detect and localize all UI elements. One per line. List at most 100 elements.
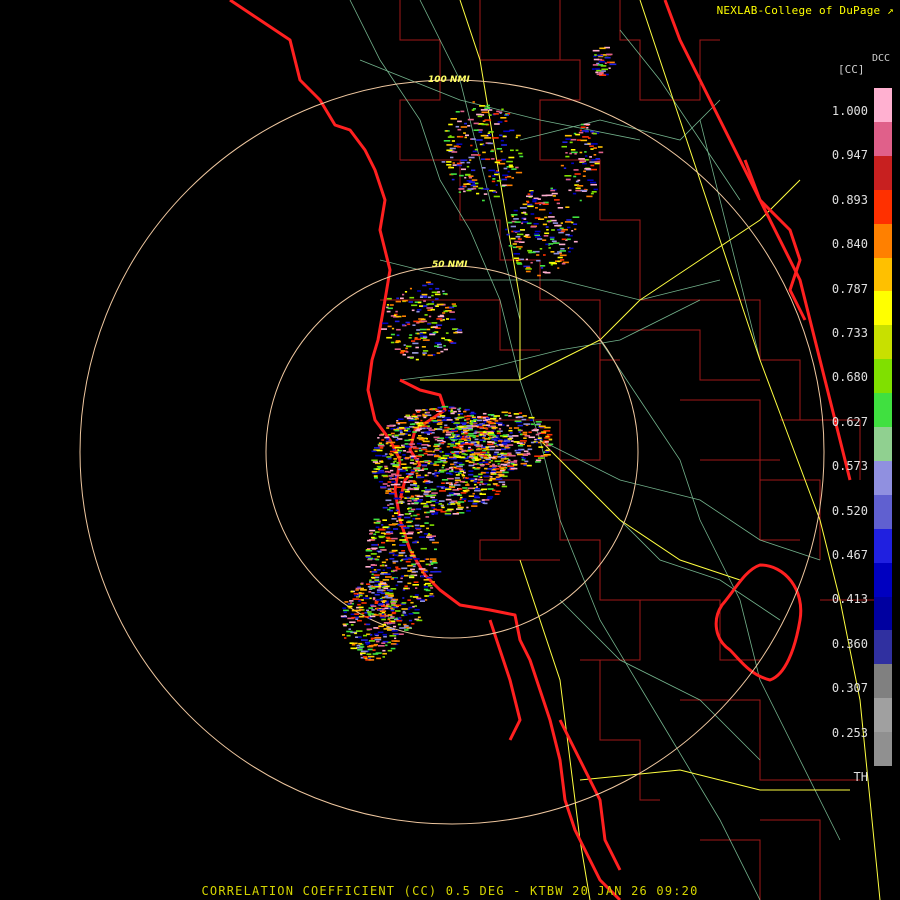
echo-pixel — [453, 471, 461, 473]
echo-pixel — [421, 293, 428, 296]
echo-pixel — [427, 433, 430, 435]
echo-pixel — [490, 470, 497, 472]
echo-pixel — [399, 544, 406, 546]
echo-pixel — [499, 134, 503, 137]
echo-pixel — [373, 574, 380, 576]
echo-pixel — [510, 149, 514, 152]
echo-pixel — [374, 633, 379, 636]
echo-pixel — [455, 443, 461, 445]
echo-pixel — [508, 429, 513, 432]
echo-pixel — [420, 575, 425, 578]
echo-pixel — [513, 253, 520, 255]
echo-pixel — [420, 547, 427, 550]
echo-pixel — [517, 429, 522, 431]
echo-pixel — [495, 478, 503, 480]
echo-pixel — [546, 449, 550, 452]
echo-pixel — [590, 192, 594, 195]
echo-pixel — [508, 412, 511, 414]
echo-pixel — [544, 216, 548, 219]
echo-pixel — [407, 434, 411, 436]
echo-pixel — [400, 459, 404, 461]
echo-pixel — [429, 593, 434, 595]
echo-pixel — [595, 158, 601, 160]
echo-pixel — [382, 649, 386, 652]
echo-pixel — [529, 419, 533, 421]
echo-pixel — [351, 616, 356, 619]
echo-pixel — [397, 515, 402, 518]
echo-pixel — [396, 620, 402, 622]
echo-pixel — [565, 152, 568, 154]
echo-pixel — [470, 443, 474, 446]
echo-pixel — [414, 450, 418, 453]
echo-pixel — [457, 444, 464, 447]
echo-pixel — [445, 130, 448, 132]
echo-pixel — [480, 489, 484, 491]
echo-pixel — [528, 416, 535, 419]
echo-pixel — [348, 628, 351, 630]
echo-pixel — [370, 605, 377, 607]
echo-pixel — [415, 429, 421, 432]
echo-pixel — [462, 489, 467, 492]
echo-pixel — [484, 467, 488, 470]
echo-pixel — [494, 161, 501, 164]
echo-pixel — [412, 565, 416, 568]
echo-pixel — [483, 193, 488, 195]
echo-pixel — [414, 421, 419, 424]
echo-pixel — [587, 179, 594, 181]
echo-pixel — [446, 318, 450, 320]
echo-pixel — [592, 132, 597, 135]
echo-pixel — [450, 156, 454, 159]
echo-pixel — [441, 337, 445, 340]
echo-pixel — [368, 607, 374, 609]
echo-pixel — [397, 468, 403, 471]
echo-pixel — [424, 487, 427, 489]
echo-pixel — [382, 322, 389, 325]
echo-pixel — [442, 293, 448, 295]
echo-pixel — [358, 636, 362, 639]
echo-pixel — [369, 634, 373, 636]
echo-pixel — [573, 175, 577, 178]
echo-pixel — [407, 531, 414, 534]
echo-pixel — [538, 432, 541, 434]
echo-pixel — [382, 483, 388, 485]
echo-pixel — [579, 151, 583, 154]
echo-pixel — [455, 418, 460, 421]
echo-pixel — [369, 579, 372, 582]
echo-pixel — [360, 652, 366, 655]
echo-pixel — [343, 624, 347, 627]
echo-pixel — [423, 452, 428, 455]
echo-pixel — [346, 630, 353, 633]
echo-pixel — [464, 500, 466, 502]
echo-pixel — [525, 234, 530, 236]
echo-pixel — [394, 446, 402, 449]
echo-pixel — [420, 525, 425, 527]
echo-pixel — [436, 318, 443, 320]
echo-pixel — [473, 419, 478, 421]
echo-pixel — [459, 463, 465, 466]
echo-pixel — [501, 411, 508, 414]
echo-pixel — [466, 418, 471, 420]
echo-pixel — [530, 213, 535, 215]
echo-pixel — [435, 501, 440, 504]
echo-pixel — [487, 488, 494, 490]
echo-pixel — [490, 460, 493, 462]
echo-pixel — [429, 574, 433, 576]
echo-pixel — [396, 520, 399, 522]
echo-pixel — [512, 464, 518, 466]
echo-pixel — [492, 178, 496, 180]
echo-pixel — [526, 195, 533, 198]
echo-pixel — [413, 499, 418, 502]
echo-pixel — [436, 303, 444, 306]
echo-pixel — [430, 563, 434, 565]
echo-pixel — [430, 562, 438, 564]
echo-pixel — [472, 183, 475, 185]
echo-pixel — [451, 178, 455, 181]
echo-pixel — [349, 602, 353, 604]
echo-pixel — [434, 438, 438, 441]
echo-pixel — [448, 123, 453, 126]
echo-pixel — [433, 464, 440, 466]
echo-pixel — [506, 457, 509, 460]
credit-label: NEXLAB-College of DuPage ↗ — [716, 4, 894, 17]
echo-pixel — [422, 339, 430, 341]
echo-pixel — [431, 581, 435, 583]
